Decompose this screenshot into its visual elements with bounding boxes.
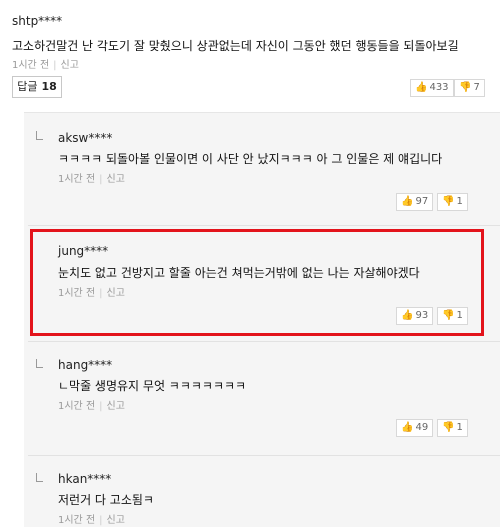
thumbs-up-icon: 👍 bbox=[401, 196, 414, 207]
reply-meta: 1시간 전 | 신고 bbox=[58, 284, 125, 299]
comment-meta: 1시간 전 | 신고 bbox=[12, 56, 79, 71]
report-link[interactable]: 신고 bbox=[107, 288, 125, 299]
like-count: 97 bbox=[415, 196, 429, 207]
meta-divider: | bbox=[99, 401, 103, 412]
reply-time: 1시간 전 bbox=[58, 515, 96, 526]
reply-username[interactable]: hang**** bbox=[58, 358, 112, 372]
thumbs-down-icon: 👎 bbox=[442, 422, 455, 433]
report-link[interactable]: 신고 bbox=[61, 60, 79, 71]
thumbs-down-icon: 👎 bbox=[459, 82, 472, 93]
meta-divider: | bbox=[99, 174, 103, 185]
reply-time: 1시간 전 bbox=[58, 401, 96, 412]
meta-divider: | bbox=[53, 60, 57, 71]
dislike-button[interactable]: 👎 7 bbox=[454, 79, 485, 97]
comment-username[interactable]: shtp**** bbox=[12, 14, 62, 28]
dislike-count: 1 bbox=[456, 310, 463, 321]
comment-time: 1시간 전 bbox=[12, 60, 50, 71]
reply-text: ㅋㅋㅋㅋ 되돌아볼 인물이면 이 사단 안 났지ㅋㅋㅋ 아 그 인물은 제 얘깁… bbox=[58, 152, 443, 166]
thumbs-up-icon: 👍 bbox=[401, 310, 414, 321]
reply-button[interactable]: 답글 18 bbox=[12, 76, 62, 98]
reply-item: aksw**** ㅋㅋㅋㅋ 되돌아볼 인물이면 이 사단 안 났지ㅋㅋㅋ 아 그… bbox=[24, 113, 500, 219]
reply-item: jung**** 눈치도 없고 건방지고 할줄 아는건 쳐먹는거밖에 없는 나는… bbox=[24, 233, 500, 338]
reply-username[interactable]: jung**** bbox=[58, 244, 108, 258]
divider bbox=[28, 341, 500, 342]
reply-meta: 1시간 전 | 신고 bbox=[58, 397, 125, 412]
thumbs-up-icon: 👍 bbox=[401, 422, 414, 433]
meta-divider: | bbox=[99, 288, 103, 299]
dislike-button[interactable]: 👎 1 bbox=[437, 307, 468, 325]
reply-time: 1시간 전 bbox=[58, 174, 96, 185]
reply-indent-icon bbox=[36, 473, 43, 482]
reply-text: 저런거 다 고소됨ㅋ bbox=[58, 493, 154, 507]
report-link[interactable]: 신고 bbox=[107, 401, 125, 412]
dislike-button[interactable]: 👎 1 bbox=[437, 419, 468, 437]
reply-indent-icon bbox=[36, 131, 43, 140]
divider bbox=[28, 455, 500, 456]
reply-time: 1시간 전 bbox=[58, 288, 96, 299]
reply-meta: 1시간 전 | 신고 bbox=[58, 170, 125, 185]
reply-indent-icon bbox=[36, 359, 43, 368]
reply-item: hkan**** 저런거 다 고소됨ㅋ 1시간 전 | 신고 bbox=[24, 459, 500, 527]
thumbs-up-icon: 👍 bbox=[415, 82, 428, 93]
like-button[interactable]: 👍 97 bbox=[396, 193, 434, 211]
replies-list: aksw**** ㅋㅋㅋㅋ 되돌아볼 인물이면 이 사단 안 났지ㅋㅋㅋ 아 그… bbox=[24, 112, 500, 527]
like-button[interactable]: 👍 93 bbox=[396, 307, 434, 325]
dislike-button[interactable]: 👎 1 bbox=[437, 193, 468, 211]
reply-username[interactable]: aksw**** bbox=[58, 131, 112, 145]
divider bbox=[28, 225, 500, 226]
report-link[interactable]: 신고 bbox=[107, 174, 125, 185]
thumbs-down-icon: 👎 bbox=[442, 310, 455, 321]
dislike-count: 1 bbox=[456, 196, 463, 207]
comment-text: 고소하건말건 난 각도기 잘 맞췄으니 상관없는데 자신이 그동안 했던 행동들… bbox=[12, 39, 459, 53]
like-button[interactable]: 👍 433 bbox=[410, 79, 454, 97]
reply-count: 18 bbox=[41, 80, 57, 93]
meta-divider: | bbox=[99, 515, 103, 526]
thumbs-down-icon: 👎 bbox=[442, 196, 455, 207]
reply-text: 눈치도 없고 건방지고 할줄 아는건 쳐먹는거밖에 없는 나는 자살해야겠다 bbox=[58, 266, 420, 280]
top-comment: shtp**** 고소하건말건 난 각도기 잘 맞췄으니 상관없는데 자신이 그… bbox=[0, 0, 500, 110]
reply-text: ㄴ막줄 생명유지 무엇 ㅋㅋㅋㅋㅋㅋㅋ bbox=[58, 379, 247, 393]
reply-username[interactable]: hkan**** bbox=[58, 472, 111, 486]
report-link[interactable]: 신고 bbox=[107, 515, 125, 526]
like-button[interactable]: 👍 49 bbox=[396, 419, 434, 437]
reply-meta: 1시간 전 | 신고 bbox=[58, 511, 125, 526]
dislike-count: 1 bbox=[456, 422, 463, 433]
like-count: 49 bbox=[415, 422, 429, 433]
like-count: 93 bbox=[415, 310, 429, 321]
reply-item: hang**** ㄴ막줄 생명유지 무엇 ㅋㅋㅋㅋㅋㅋㅋ 1시간 전 | 신고 👍 4… bbox=[24, 343, 500, 449]
reply-button-label: 답글 bbox=[17, 80, 38, 93]
like-count: 433 bbox=[429, 82, 449, 93]
dislike-count: 7 bbox=[473, 82, 480, 93]
